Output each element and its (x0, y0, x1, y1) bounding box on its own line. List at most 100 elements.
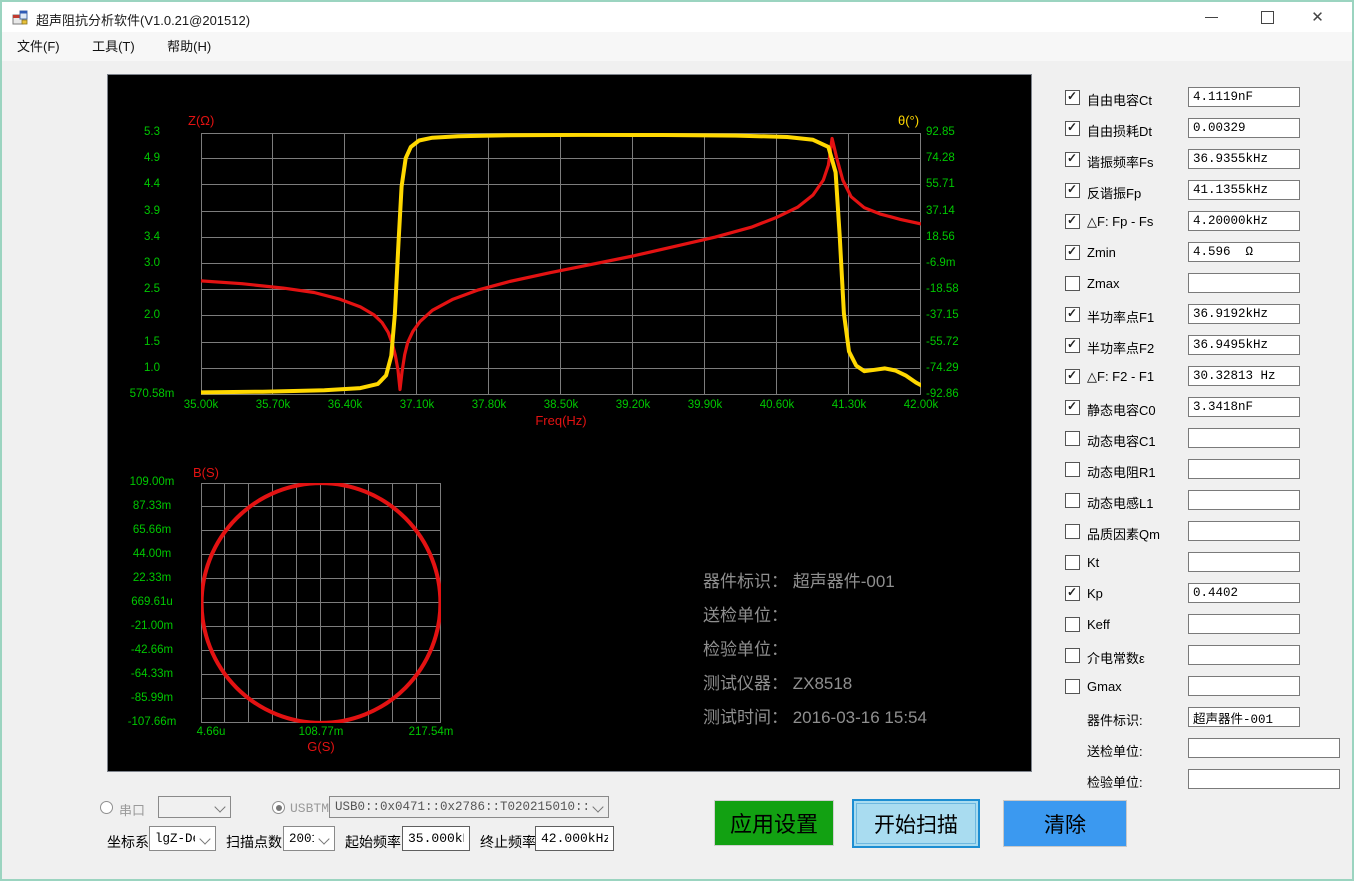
measurement-checkbox[interactable] (1065, 555, 1080, 570)
measurement-checkbox[interactable] (1065, 306, 1080, 322)
freq-axis-tick: 35.00k (183, 399, 219, 411)
measurement-row: 动态电感L1 (1057, 490, 1352, 514)
measurement-label: 动态电容C1 (1087, 434, 1156, 449)
start-freq-label: 起始频率 (345, 834, 401, 850)
coord-system-combo[interactable]: lgZ-Deg (149, 826, 216, 851)
start-freq-input[interactable] (402, 826, 470, 851)
measurement-checkbox[interactable] (1065, 462, 1080, 477)
b-axis-tick: 22.33m (132, 572, 172, 584)
measurement-value-input[interactable] (1188, 273, 1300, 293)
measurement-checkbox[interactable] (1065, 120, 1080, 136)
measurement-value-input[interactable] (1188, 552, 1300, 572)
freq-axis-tick: 36.40k (327, 399, 363, 411)
serial-radio[interactable] (100, 801, 113, 814)
menu-tools[interactable]: 工具(T) (79, 32, 148, 61)
chevron-down-icon (199, 833, 211, 845)
z-axis-tick: 5.3 (144, 126, 160, 138)
measurement-value-input[interactable] (1188, 366, 1300, 386)
usbtmc-address-combo[interactable]: USB0::0x0471::0x2786::T020215010::INSTR (329, 796, 609, 818)
stop-freq-input[interactable] (535, 826, 614, 851)
apply-settings-button[interactable]: 应用设置 (714, 800, 834, 846)
info-overlay: 器件标识： 超声器件-001 送检单位： 检验单位： 测试仪器： ZX8518 测试时间… (703, 565, 927, 735)
measurement-value-input[interactable] (1188, 676, 1300, 696)
measurement-checkbox[interactable] (1065, 276, 1080, 291)
theta-axis-tick: -6.9m (926, 257, 956, 269)
measurement-value-input[interactable] (1188, 521, 1300, 541)
measurement-value-input[interactable] (1188, 180, 1300, 200)
b-axis-tick: -21.00m (130, 620, 174, 632)
measurement-row: 半功率点F1 (1057, 304, 1352, 328)
theta-axis-tick: 74.28 (926, 152, 955, 165)
measurement-checkbox[interactable] (1065, 213, 1080, 229)
maximize-button[interactable] (1245, 2, 1290, 32)
start-scan-button[interactable]: 开始扫描 (852, 799, 980, 848)
measurement-value-input[interactable] (1188, 459, 1300, 479)
measurement-value-input[interactable] (1188, 242, 1300, 262)
b-axis-tick: 87.33m (132, 500, 172, 512)
usbtmc-radio[interactable] (272, 801, 285, 814)
measurement-value-input[interactable] (1188, 397, 1300, 417)
measurement-value-input[interactable] (1188, 583, 1300, 603)
measurement-label: 静态电容C0 (1087, 403, 1156, 418)
measurement-checkbox[interactable] (1065, 493, 1080, 508)
sweep-points-value: 2001 (289, 832, 314, 846)
clear-button[interactable]: 清除 (1003, 800, 1127, 847)
measurement-checkbox[interactable] (1065, 368, 1080, 384)
measurement-value-input[interactable] (1188, 87, 1300, 107)
measurement-checkbox[interactable] (1065, 89, 1080, 105)
measurement-value-input[interactable] (1188, 769, 1340, 789)
measurement-checkbox[interactable] (1065, 617, 1080, 632)
measurement-label: Keff (1087, 617, 1110, 632)
freq-axis-tick: 42.00k (903, 399, 939, 411)
measurement-checkbox[interactable] (1065, 648, 1080, 663)
coord-system-value: lgZ-Deg (155, 832, 195, 846)
freq-axis-tick: 40.60k (759, 399, 795, 411)
measurement-checkbox[interactable] (1065, 585, 1080, 601)
menubar: 文件(F) 工具(T) 帮助(H) (2, 32, 1352, 61)
menu-file[interactable]: 文件(F) (4, 32, 73, 61)
minimize-button[interactable] (1189, 2, 1234, 32)
sweep-points-label: 扫描点数 (226, 834, 282, 850)
measurement-value-input[interactable] (1188, 645, 1300, 665)
measurement-checkbox[interactable] (1065, 337, 1080, 353)
info-line: 测试时间： 2016-03-16 15:54 (703, 708, 927, 727)
measurement-checkbox[interactable] (1065, 431, 1080, 446)
measurement-checkbox[interactable] (1065, 244, 1080, 260)
measurement-value-input[interactable] (1188, 149, 1300, 169)
measurement-value-input[interactable] (1188, 304, 1300, 324)
measurement-label: 介电常数ε (1087, 651, 1145, 666)
measurement-label: 器件标识: (1087, 713, 1143, 728)
g-axis-title: G(S) (307, 739, 335, 754)
measurement-value-input[interactable] (1188, 118, 1300, 138)
b-axis-tick: -85.99m (130, 692, 174, 704)
close-icon: ✕ (1311, 8, 1324, 26)
g-axis-tick: 108.77m (298, 726, 344, 738)
freq-axis-tick: 35.70k (255, 399, 291, 411)
close-button[interactable]: ✕ (1295, 2, 1340, 32)
serial-port-combo[interactable] (158, 796, 231, 818)
measurement-value-input[interactable] (1188, 707, 1300, 727)
b-axis-title: B(S) (193, 465, 219, 480)
measurement-label: Kp (1087, 586, 1103, 601)
impedance-phase-chart (201, 133, 921, 395)
measurement-value-input[interactable] (1188, 614, 1300, 634)
titlebar: 超声阻抗分析软件(V1.0.21@201512) ✕ (2, 2, 1352, 32)
measurement-value-input[interactable] (1188, 490, 1300, 510)
sweep-points-combo[interactable]: 2001 (283, 826, 335, 851)
menu-help[interactable]: 帮助(H) (154, 32, 224, 61)
measurement-row: 自由损耗Dt (1057, 118, 1352, 142)
measurement-checkbox[interactable] (1065, 182, 1080, 198)
b-axis-tick: 669.61u (131, 596, 173, 608)
measurement-value-input[interactable] (1188, 211, 1300, 231)
measurement-checkbox[interactable] (1065, 679, 1080, 694)
freq-axis-tick: 41.30k (831, 399, 867, 411)
measurement-value-input[interactable] (1188, 335, 1300, 355)
measurement-checkbox[interactable] (1065, 399, 1080, 415)
z-axis-tick: 3.4 (144, 230, 160, 243)
measurement-checkbox[interactable] (1065, 524, 1080, 539)
measurement-value-input[interactable] (1188, 738, 1340, 758)
theta-axis-tick: 92.85 (926, 126, 955, 138)
measurement-row: 介电常数ε (1057, 645, 1352, 669)
measurement-checkbox[interactable] (1065, 151, 1080, 167)
measurement-value-input[interactable] (1188, 428, 1300, 448)
